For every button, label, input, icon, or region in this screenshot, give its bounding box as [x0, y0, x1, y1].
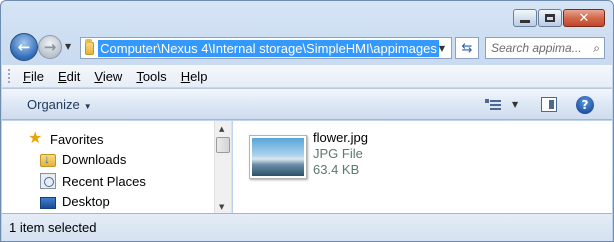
file-type: JPG File — [313, 146, 363, 161]
forward-arrow-icon: → — [43, 37, 57, 56]
back-button[interactable]: ← — [10, 33, 38, 61]
address-dropdown-icon[interactable]: ▼ — [439, 44, 445, 53]
refresh-button[interactable]: ⇆ — [455, 37, 479, 59]
menu-grip — [8, 69, 11, 83]
recent-pages-dropdown[interactable]: ▼ — [65, 42, 71, 51]
file-list: flower.jpg JPG File 63.4 KB — [233, 121, 612, 213]
downloads-folder-icon — [40, 152, 56, 167]
search-input[interactable] — [491, 39, 591, 57]
file-item[interactable]: flower.jpg JPG File 63.4 KB — [249, 129, 368, 179]
scroll-up-icon[interactable]: ▲ — [219, 125, 224, 133]
folder-icon — [85, 38, 95, 55]
image-thumbnail — [249, 135, 307, 179]
search-icon[interactable]: ⌕ — [593, 41, 600, 56]
caption-buttons: ✕ — [513, 9, 605, 27]
address-path[interactable]: Computer\Nexus 4\Internal storage\Simple… — [98, 39, 439, 57]
file-details: flower.jpg JPG File 63.4 KB — [313, 130, 368, 179]
help-button[interactable]: ? — [576, 96, 594, 114]
scroll-down-icon[interactable]: ▼ — [219, 203, 224, 211]
nav-item-recent-places[interactable]: Recent Places — [40, 173, 146, 189]
nav-item-label: Downloads — [62, 152, 127, 167]
scroll-thumb[interactable] — [216, 137, 230, 153]
change-view-button[interactable] — [485, 98, 501, 112]
menu-bar: File Edit View Tools Help — [2, 65, 612, 87]
search-box[interactable]: ⌕ — [485, 37, 605, 59]
nav-item-label: Desktop — [62, 194, 110, 209]
status-bar: 1 item selected — [2, 213, 612, 241]
organize-dropdown-icon: ▼ — [83, 102, 92, 111]
menu-file[interactable]: File — [23, 69, 44, 84]
view-options-dropdown[interactable]: ▼ — [512, 100, 518, 109]
nav-scrollbar[interactable]: ▲ ▼ — [214, 121, 231, 213]
preview-pane-button[interactable] — [541, 97, 557, 112]
file-name: flower.jpg — [313, 130, 368, 145]
nav-item-label: Recent Places — [62, 173, 146, 189]
minimize-icon — [520, 19, 530, 23]
menu-tools[interactable]: Tools — [136, 69, 166, 84]
maximize-icon — [545, 14, 555, 22]
nav-item-favorites[interactable]: ★ Favorites — [28, 131, 103, 147]
command-bar: Organize ▼ ▼ ? — [2, 88, 612, 120]
close-button[interactable]: ✕ — [563, 9, 605, 27]
nav-item-desktop[interactable]: Desktop — [40, 194, 110, 209]
forward-button[interactable]: → — [38, 35, 62, 59]
help-icon: ? — [581, 98, 589, 112]
nav-item-downloads[interactable]: Downloads — [40, 152, 126, 167]
refresh-icon: ⇆ — [461, 40, 473, 56]
recent-places-icon — [40, 173, 56, 189]
file-size: 63.4 KB — [313, 162, 360, 177]
nav-item-label: Favorites — [50, 131, 104, 147]
navigation-pane: ★ Favorites Downloads Recent Places Desk… — [2, 121, 232, 213]
menu-view[interactable]: View — [94, 69, 122, 84]
address-bar[interactable]: Computer\Nexus 4\Internal storage\Simple… — [80, 37, 452, 59]
organize-button[interactable]: Organize ▼ — [27, 97, 92, 112]
status-text: 1 item selected — [9, 220, 97, 235]
desktop-icon — [40, 196, 56, 209]
menu-edit[interactable]: Edit — [58, 69, 80, 84]
back-arrow-icon: ← — [17, 37, 31, 56]
minimize-button[interactable] — [513, 9, 537, 27]
explorer-window: ✕ ← → ▼ Computer\Nexus 4\Internal storag… — [0, 0, 614, 242]
maximize-button[interactable] — [538, 9, 562, 27]
menu-help[interactable]: Help — [181, 69, 208, 84]
star-icon: ★ — [28, 130, 43, 147]
close-icon: ✕ — [578, 10, 590, 26]
